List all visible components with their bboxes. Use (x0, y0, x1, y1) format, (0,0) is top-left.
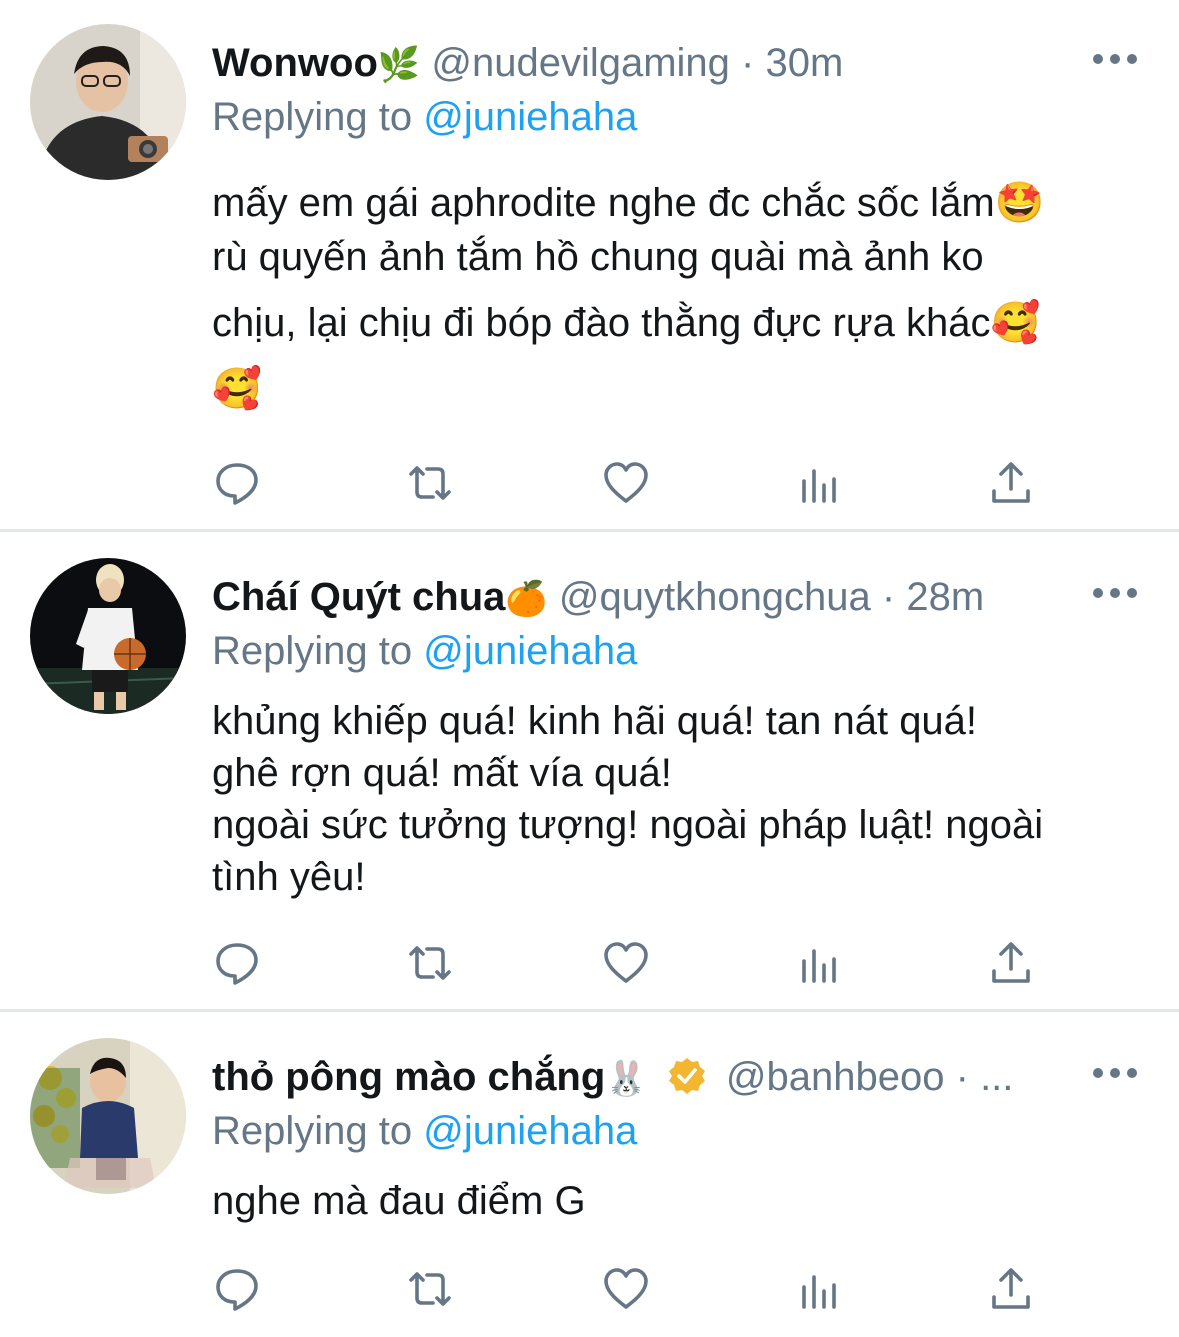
reply-button[interactable] (212, 938, 262, 988)
separator: · (881, 575, 896, 619)
retweet-button[interactable] (405, 1264, 455, 1314)
retweet-button[interactable] (405, 458, 455, 508)
replying-label: Replying to (212, 629, 413, 673)
like-icon (604, 1268, 648, 1309)
share-button[interactable] (986, 458, 1036, 508)
avatar[interactable] (30, 24, 186, 180)
more-icon[interactable] (1093, 583, 1137, 603)
tweet-text: nghe mà đau điểm G (212, 1175, 1142, 1227)
name-emoji: 🌿 (377, 45, 421, 85)
replying-handle-link[interactable]: @juniehaha (423, 1109, 637, 1153)
replying-handle-link[interactable]: @juniehaha (423, 95, 637, 139)
tweet-text-line: chịu, lại chịu đi bóp đào thằng đực rựa … (212, 301, 1041, 345)
replying-label: Replying to (212, 1109, 413, 1153)
analytics-button[interactable] (794, 458, 844, 508)
tweet-text-line: khủng khiếp quá! kinh hãi quá! tan nát q… (212, 699, 978, 743)
tweet-text-line: tình yêu! (212, 855, 366, 899)
tweet-actions (212, 938, 1042, 988)
like-button[interactable] (601, 458, 651, 508)
reply-button[interactable] (212, 1264, 262, 1314)
analytics-button[interactable] (794, 938, 844, 988)
timestamp-truncated[interactable]: ... (980, 1055, 1013, 1099)
verified-badge-icon (668, 1058, 705, 1094)
like-icon (604, 462, 648, 503)
timestamp[interactable]: 28m (906, 575, 984, 619)
display-name[interactable]: thỏ pông mào chắng (212, 1055, 605, 1099)
share-button[interactable] (986, 1264, 1036, 1314)
display-name[interactable]: Cháí Quýt chua (212, 575, 505, 619)
avatar[interactable] (30, 558, 186, 714)
reply-icon (216, 463, 258, 505)
like-button[interactable] (601, 1264, 651, 1314)
avatar[interactable] (30, 1038, 186, 1194)
tweet-text-line: 🥰 (212, 367, 262, 411)
user-handle[interactable]: @quytkhongchua (559, 575, 871, 619)
tweet[interactable]: thỏ pông mào chắng🐰 @banhbeoo · ... Repl… (0, 1012, 1179, 1337)
tweet-header: thỏ pông mào chắng🐰 @banhbeoo · ... (212, 1054, 1104, 1100)
timestamp[interactable]: 30m (766, 41, 844, 85)
user-handle[interactable]: @nudevilgaming (431, 41, 730, 85)
tweet-text-line: rù quyến ảnh tắm hồ chung quài mà ảnh ko (212, 235, 984, 279)
tweet-header: Cháí Quýt chua🍊 @quytkhongchua · 28m (212, 574, 1104, 620)
tweet-text-line: ngoài sức tưởng tượng! ngoài pháp luật! … (212, 803, 1044, 847)
tweet-actions (212, 1264, 1042, 1314)
separator: · (741, 41, 755, 85)
tweet-text-line: nghe mà đau điểm G (212, 1179, 586, 1223)
analytics-icon (802, 469, 836, 503)
analytics-icon (802, 1275, 836, 1309)
reply-icon (216, 1269, 258, 1311)
replying-handle-link[interactable]: @juniehaha (423, 629, 637, 673)
name-emoji: 🐰 (605, 1059, 648, 1099)
tweet-text: mấy em gái aphrodite nghe đc chắc sốc lắ… (212, 176, 1142, 422)
share-icon (992, 462, 1030, 503)
reply-icon (216, 943, 258, 985)
replying-label: Replying to (212, 95, 413, 139)
tweet-actions (212, 458, 1042, 508)
analytics-button[interactable] (794, 1264, 844, 1314)
reply-button[interactable] (212, 458, 262, 508)
separator: · (955, 1055, 969, 1099)
retweet-button[interactable] (405, 938, 455, 988)
tweet[interactable]: Cháí Quýt chua🍊 @quytkhongchua · 28m Rep… (0, 532, 1179, 1010)
like-icon (604, 942, 648, 983)
replying-to: Replying to @juniehaha (212, 94, 637, 140)
tweet-header: Wonwoo🌿 @nudevilgaming · 30m (212, 40, 1104, 86)
tweet-text: khủng khiếp quá! kinh hãi quá! tan nát q… (212, 695, 1142, 903)
share-button[interactable] (986, 938, 1036, 988)
replying-to: Replying to @juniehaha (212, 628, 637, 674)
share-icon (992, 1268, 1030, 1309)
tweet[interactable]: Wonwoo🌿 @nudevilgaming · 30m Replying to… (0, 0, 1179, 530)
retweet-icon (409, 946, 451, 980)
tweet-text-line: ghê rợn quá! mất vía quá! (212, 751, 672, 795)
name-emoji: 🍊 (505, 579, 548, 619)
user-handle[interactable]: @banhbeoo (726, 1055, 945, 1099)
tweet-text-line: mấy em gái aphrodite nghe đc chắc sốc lắ… (212, 181, 1045, 225)
display-name[interactable]: Wonwoo (212, 41, 378, 85)
more-icon[interactable] (1093, 49, 1137, 69)
more-icon[interactable] (1093, 1063, 1137, 1083)
retweet-icon (409, 1272, 451, 1306)
retweet-icon (409, 466, 451, 500)
share-icon (992, 942, 1030, 983)
analytics-icon (802, 949, 836, 983)
replying-to: Replying to @juniehaha (212, 1108, 637, 1154)
like-button[interactable] (601, 938, 651, 988)
